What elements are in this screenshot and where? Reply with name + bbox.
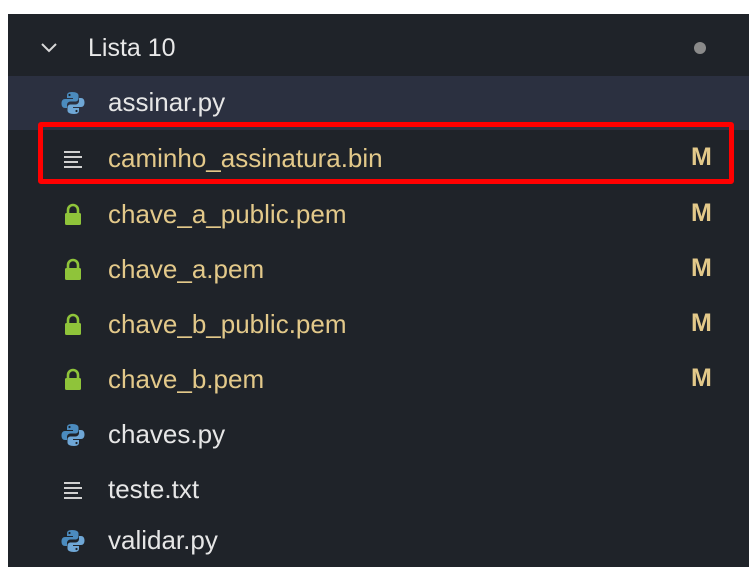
- git-status-badge: M: [691, 199, 712, 227]
- file-row-caminho-assinatura-bin[interactable]: caminho_assinatura.bin M: [8, 132, 749, 186]
- git-status-badge: M: [691, 143, 712, 171]
- file-name: caminho_assinatura.bin: [108, 143, 383, 173]
- file-name: chaves.py: [108, 419, 226, 449]
- file-name: teste.txt: [108, 474, 200, 504]
- file-name: chave_a_public.pem: [108, 199, 347, 229]
- lines-icon: [64, 151, 82, 168]
- file-row-chave-a-public-pem[interactable]: chave_a_public.pem M: [8, 188, 749, 242]
- lock-icon: [65, 368, 81, 390]
- python-icon: [61, 530, 85, 552]
- python-icon: [61, 424, 85, 446]
- file-row-chave-a-pem[interactable]: chave_a.pem M: [8, 243, 749, 297]
- file-explorer: Lista 10 assinar.py caminho_assinatura.b…: [8, 14, 749, 567]
- lines-icon: [64, 482, 82, 499]
- lock-icon: [65, 313, 81, 335]
- folder-lista-10[interactable]: Lista 10: [8, 20, 749, 74]
- file-name: validar.py: [108, 525, 218, 555]
- git-status-badge: M: [691, 364, 712, 392]
- lock-icon: [65, 258, 81, 280]
- changes-dot-indicator: [694, 42, 706, 54]
- file-name: chave_b_public.pem: [108, 309, 347, 339]
- chevron-down-icon[interactable]: [38, 36, 60, 58]
- file-row-chaves-py[interactable]: chaves.py: [8, 408, 749, 462]
- file-row-assinar-py[interactable]: assinar.py: [8, 76, 749, 130]
- python-icon: [61, 92, 85, 114]
- folder-label: Lista 10: [88, 34, 176, 62]
- file-row-chave-b-public-pem[interactable]: chave_b_public.pem M: [8, 298, 749, 352]
- file-row-teste-txt[interactable]: teste.txt: [8, 463, 749, 517]
- file-name: chave_a.pem: [108, 254, 265, 284]
- file-row-validar-py[interactable]: validar.py: [8, 514, 749, 568]
- git-status-badge: M: [691, 309, 712, 337]
- lock-icon: [65, 203, 81, 225]
- file-row-chave-b-pem[interactable]: chave_b.pem M: [8, 353, 749, 407]
- git-status-badge: M: [691, 254, 712, 282]
- file-name: chave_b.pem: [108, 364, 265, 394]
- file-name: assinar.py: [108, 87, 226, 117]
